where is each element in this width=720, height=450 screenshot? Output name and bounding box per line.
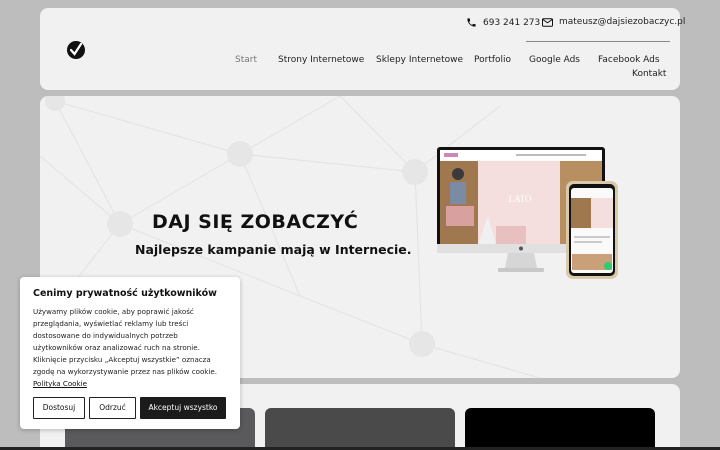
contact-divider: [526, 41, 670, 42]
customize-button[interactable]: Dostosuj: [33, 397, 85, 419]
cookie-consent-banner: Cenimy prywatność użytkowników Używamy p…: [20, 277, 240, 429]
cookie-title: Cenimy prywatność użytkowników: [33, 288, 217, 299]
hero-title: DAJ SIĘ ZOBACZYĆ: [152, 211, 359, 233]
nav-sklepy-internetowe[interactable]: Sklepy Internetowe: [376, 55, 463, 65]
cookie-buttons: Dostosuj Odrzuć Akceptuj wszystko: [33, 397, 226, 419]
accept-all-button[interactable]: Akceptuj wszystko: [140, 397, 226, 419]
email-address: mateusz@dajsiezobaczyc.pl: [559, 17, 686, 27]
portfolio-thumb-2[interactable]: [265, 408, 455, 450]
phone-number: 693 241 273: [483, 17, 541, 28]
portfolio-thumb-3[interactable]: [465, 408, 655, 450]
cookie-description: Używamy plików cookie, aby poprawić jako…: [33, 307, 217, 376]
mockup-text: LATO: [509, 194, 532, 204]
hero-subtitle: Najlepsze kampanie mają w Internecie.: [135, 242, 412, 257]
header-phone[interactable]: 693 241 273: [466, 17, 540, 28]
logo-check-icon[interactable]: [67, 41, 85, 59]
nav-kontakt[interactable]: Kontakt: [632, 69, 666, 79]
reject-button[interactable]: Odrzuć: [89, 397, 136, 419]
nav-start[interactable]: Start: [235, 55, 257, 65]
header-email[interactable]: mateusz@dajsiezobaczyc.pl: [542, 17, 685, 27]
nav-strony-internetowe[interactable]: Strony Internetowe: [278, 55, 364, 65]
nav-facebook-ads[interactable]: Facebook Ads: [598, 55, 660, 65]
phone-icon: [467, 18, 476, 27]
device-mockup-image: LATO: [437, 147, 618, 279]
cookie-policy-link[interactable]: Polityka Cookie: [33, 379, 87, 388]
nav-portfolio[interactable]: Portfolio: [474, 55, 511, 65]
nav-google-ads[interactable]: Google Ads: [529, 55, 580, 65]
cookie-text: Używamy plików cookie, aby poprawić jako…: [33, 306, 227, 390]
mail-icon: [542, 17, 553, 27]
site-header: 693 241 273 mateusz@dajsiezobaczyc.pl St…: [40, 8, 685, 90]
